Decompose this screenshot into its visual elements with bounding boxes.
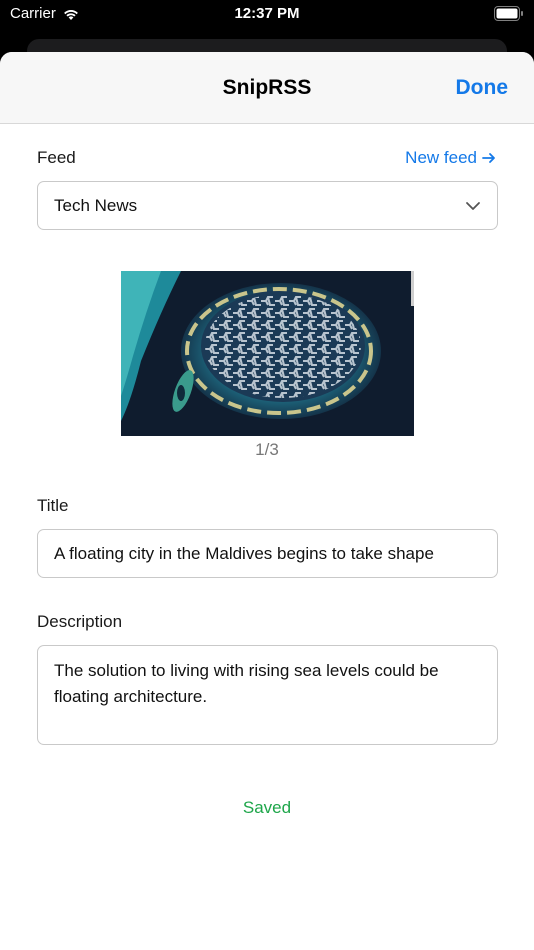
status-time: 12:37 PM [234,5,300,22]
status-bar: Carrier 12:37 PM [0,0,534,30]
title-input[interactable]: A floating city in the Maldives begins t… [37,529,498,578]
done-button[interactable]: Done [456,76,509,100]
saved-status: Saved [242,798,292,817]
chevron-down-icon [466,202,480,210]
description-label: Description [37,612,123,631]
feed-select-value: Tech News [54,195,138,215]
floating-city-image [121,271,414,436]
new-feed-label: New feed [405,148,477,167]
battery-icon [494,6,523,21]
description-textarea[interactable]: The solution to living with rising sea l… [37,645,498,745]
image-pager: 1/3 [255,440,279,459]
feed-label: Feed [37,148,76,167]
new-feed-link[interactable]: New feed [405,148,497,168]
feed-select[interactable]: Tech News [37,181,498,230]
page-title: SnipRSS [222,76,312,99]
arrow-right-icon [482,153,495,163]
article-image[interactable] [121,271,414,436]
nav-bar: SnipRSS Done [0,52,534,124]
modal-sheet: SnipRSS Done Feed New feed Tech News 1/3… [0,52,534,950]
title-label: Title [37,496,69,515]
